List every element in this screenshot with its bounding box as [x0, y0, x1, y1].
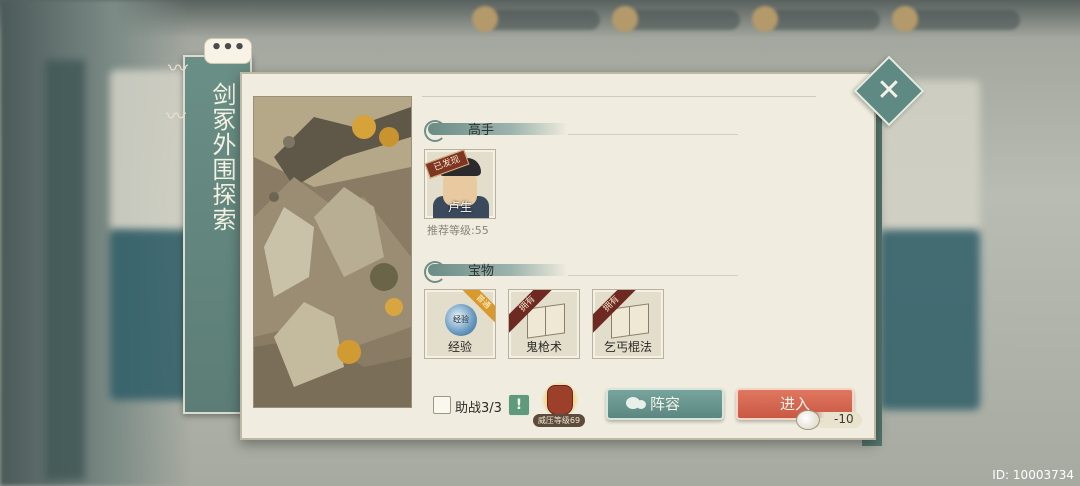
recommended-level: 推荐等级:55	[427, 224, 489, 237]
hero-name: 卢生	[447, 200, 472, 214]
treasure-label: 经验	[447, 340, 472, 354]
resource-item	[752, 6, 880, 32]
treasures-section-header: 宝物	[424, 261, 748, 283]
pouch-icon[interactable]	[547, 385, 573, 415]
background-strip	[45, 60, 85, 480]
info-button[interactable]: !	[508, 394, 530, 416]
masters-section-header: 高手	[424, 120, 748, 142]
chat-bubble-icon[interactable]: •••	[204, 38, 252, 64]
swallow-icon: 〰	[168, 56, 188, 80]
divider	[422, 96, 816, 97]
treasure-label: 鬼枪术	[525, 340, 562, 354]
suppress-level-label: 威压等级69	[533, 414, 585, 427]
swirl-icon	[424, 261, 446, 283]
stage-map-image	[253, 96, 412, 408]
treasure-label: 乞丐棍法	[603, 340, 652, 354]
treasure-card-beggar-staff[interactable]: 拥有 乞丐棍法	[592, 289, 664, 359]
close-icon[interactable]: ✕	[864, 66, 914, 116]
swallow-icon: 〰	[166, 104, 186, 128]
lineup-button-label: 阵容	[649, 395, 680, 413]
swirl-icon	[424, 120, 446, 142]
cost-value: -10	[834, 412, 854, 426]
assist-checkbox[interactable]	[433, 396, 451, 414]
resource-item	[612, 6, 740, 32]
stamina-cost: -10	[796, 410, 866, 430]
experience-orb-icon: 经验	[445, 304, 477, 336]
rice-bowl-icon	[796, 410, 820, 430]
screenshot-id: ID: 10003734	[992, 468, 1074, 482]
treasure-card-experience[interactable]: 经验 普通 经验	[424, 289, 496, 359]
hero-card[interactable]: 已发现 卢生	[424, 149, 496, 219]
resource-item	[892, 6, 1020, 32]
stage-title: 剑冢外围探索	[208, 82, 236, 232]
resource-item	[472, 6, 600, 32]
treasures-section-title: 宝物	[468, 264, 495, 279]
treasure-card-ghost-spear[interactable]: 拥有 鬼枪术	[508, 289, 580, 359]
lineup-button[interactable]: 阵容	[606, 388, 724, 420]
map-illustration	[254, 97, 411, 407]
background-card	[880, 230, 980, 410]
masters-section-title: 高手	[468, 123, 495, 138]
assist-label: 助战3/3	[455, 401, 502, 416]
